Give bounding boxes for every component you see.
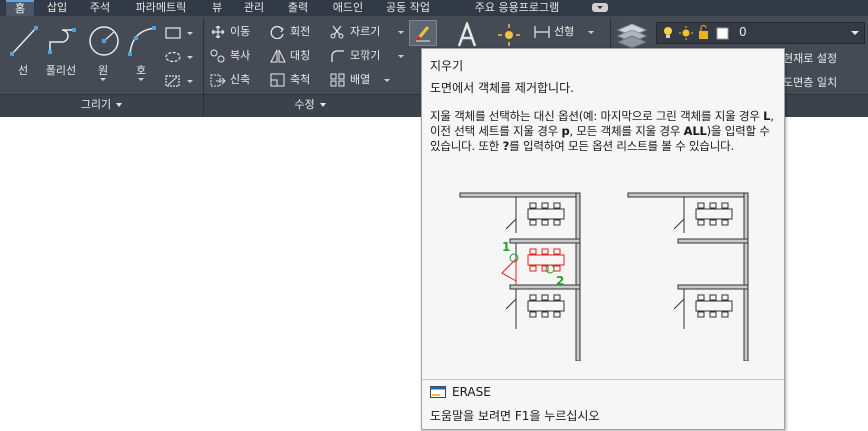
tab-collaborate[interactable]: 공동 작업 [378,0,438,16]
current-layer-name: 0 [739,25,747,39]
erase-tooltip: 지우기 도면에서 객체를 제거합니다. 지울 객체를 선택하는 대신 옵션(예:… [421,48,785,430]
tooltip-help-hint: 도움말을 보려면 F1을 누르십시오 [430,409,600,423]
pick-point-2 [545,264,555,274]
polyline-icon [48,28,76,54]
array-icon [330,73,345,87]
line-button[interactable]: 선 [4,20,42,80]
trim-dropdown-icon[interactable] [398,31,404,34]
copy-icon [210,49,225,63]
copy-label: 복사 [230,49,251,62]
tab-insert[interactable]: 삽입 [40,0,74,16]
tooltip-title: 지우기 [430,59,464,73]
draw-panel-title-text: 그리기 [80,98,112,111]
tab-parametric[interactable]: 파라메트릭 [126,0,196,16]
circle-button[interactable]: 원 [84,20,122,81]
command-line-icon [430,386,446,398]
mirror-label: 대칭 [290,49,311,62]
erase-button[interactable] [409,20,437,46]
ellipse-icon[interactable] [164,50,182,64]
callout-1: 1 [502,240,510,254]
chevron-down-icon [319,103,326,107]
arc-label: 호 [135,64,147,77]
trim-icon [330,25,344,39]
linear-dropdown-icon[interactable] [588,31,594,34]
stretch-icon [210,74,226,87]
desc-text: 를 입력하여 모든 옵션 리스트를 볼 수 있습니다. [509,139,735,153]
tab-home[interactable]: 홈 [6,0,34,16]
chevron-down-icon [116,103,123,107]
fillet-label: 모깎기 [350,49,381,62]
hatch-dropdown-icon[interactable] [187,80,193,83]
scale-icon [270,73,285,87]
ribbon-tab-bar: 홈 삽입 주석 파라메트릭 뷰 관리 출력 애드인 공동 작업 주요 응용프로그… [0,0,868,16]
tooltip-divider [422,379,784,380]
rotate-icon [270,25,284,39]
ribbon-options-icon[interactable] [592,3,608,12]
modify-panel-title-text: 수정 [294,98,315,111]
circle-icon [89,26,119,56]
layer-properties-icon[interactable] [616,22,648,50]
rotate-label: 회전 [290,25,311,38]
tab-annotate[interactable]: 주석 [82,0,118,16]
line-label: 선 [17,64,29,77]
rectangle-dropdown-icon[interactable] [187,32,193,35]
hatch-icon[interactable] [164,74,182,88]
array-dropdown-icon[interactable] [384,79,390,82]
polyline-label: 폴리선 [45,64,77,77]
erase-illustration: 1 2 [459,192,749,361]
tab-view[interactable]: 뷰 [206,0,228,16]
desc-text: 지울 객체를 선택하는 대신 옵션(예: 마지막으로 그린 객체를 지울 경우 [430,109,764,123]
trim-label: 자르기 [350,25,381,38]
tab-addins[interactable]: 애드인 [326,0,370,16]
make-current-button[interactable]: 현재로 설정 [783,50,837,66]
eraser-icon [415,26,430,42]
arc-button[interactable]: 호 [122,20,160,81]
polyline-button[interactable]: 폴리선 [42,20,80,80]
desc-keyword: ALL [683,124,707,138]
modify-panel-title[interactable]: 수정 [204,96,416,114]
layer-state-icons [664,25,729,40]
ellipse-dropdown-icon[interactable] [187,56,193,59]
fillet-dropdown-icon[interactable] [398,55,404,58]
tab-output[interactable]: 출력 [280,0,316,16]
draw-panel-title[interactable]: 그리기 [0,96,203,114]
plan-after [627,192,749,361]
scale-label: 축척 [290,73,311,86]
move-icon [211,25,225,39]
arc-dropdown-icon[interactable] [138,78,144,81]
linear-dimension-label: 선형 [554,25,575,38]
tab-featured-apps[interactable]: 주요 응용프로그램 [454,0,580,16]
circle-dropdown-icon[interactable] [100,78,106,81]
erase-selection [501,248,565,285]
dimension-icon[interactable] [496,22,522,48]
fillet-icon [331,50,344,62]
match-layer-button[interactable]: 도면층 일치 [783,74,837,90]
circle-label: 원 [97,64,109,77]
chevron-down-icon [851,31,859,35]
desc-text: , 모든 객체를 지울 경우 [569,124,684,138]
text-icon[interactable] [456,22,478,48]
desc-keyword: p [561,124,570,138]
layer-dropdown[interactable]: 0 [656,22,865,44]
mirror-icon [270,49,286,63]
arc-icon [128,26,157,56]
line-icon [10,26,38,56]
tooltip-command-name: ERASE [452,385,491,399]
array-label: 배열 [350,73,371,86]
tooltip-subtitle: 도면에서 객체를 제거합니다. [430,81,574,95]
rectangle-icon[interactable] [164,26,182,40]
stretch-label: 신축 [230,73,251,86]
linear-dimension-icon [534,26,550,38]
tooltip-description: 지울 객체를 선택하는 대신 옵션(예: 마지막으로 그린 객체를 지울 경우 … [430,109,776,154]
move-label: 이동 [230,25,251,38]
callout-2: 2 [556,274,564,288]
tab-manage[interactable]: 관리 [236,0,272,16]
